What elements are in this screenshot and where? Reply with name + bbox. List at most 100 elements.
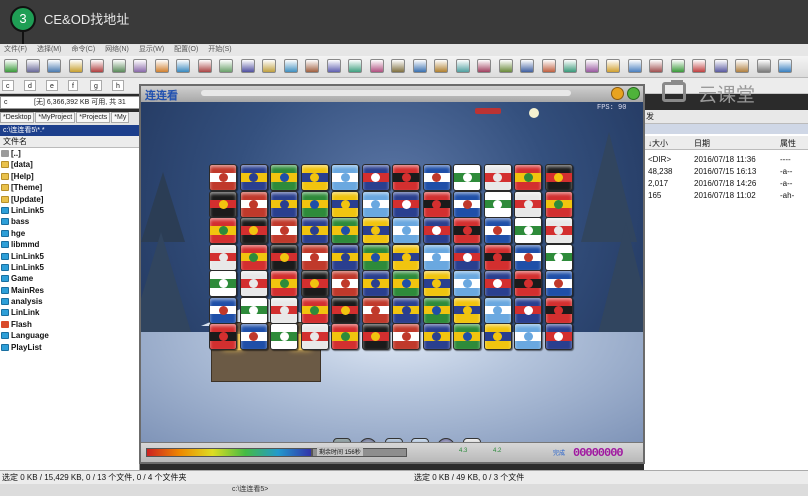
flag-tile[interactable]	[422, 217, 451, 244]
menu-item[interactable]: 文件(F)	[4, 44, 27, 56]
close-button[interactable]	[627, 87, 640, 100]
flag-tile[interactable]	[239, 270, 268, 297]
flag-tile[interactable]	[209, 270, 237, 297]
chart-icon[interactable]	[391, 59, 405, 73]
game-title-bar[interactable]: 连连看	[141, 86, 643, 102]
flag-tile[interactable]	[209, 190, 237, 218]
forward-icon[interactable]	[176, 59, 190, 73]
file-list-item[interactable]: LinLink	[0, 307, 139, 318]
flag-tile[interactable]	[514, 323, 542, 350]
flag-tile[interactable]	[483, 164, 512, 191]
flag-tile[interactable]	[453, 164, 481, 191]
image-icon[interactable]	[68, 59, 83, 73]
flag-tile[interactable]	[422, 270, 451, 297]
flag-tile[interactable]	[514, 270, 542, 297]
flag-tile[interactable]	[514, 296, 542, 324]
drive-button-g[interactable]: g	[90, 80, 102, 91]
flag-tile[interactable]	[331, 270, 359, 297]
column-header-attr[interactable]: 属性	[780, 138, 796, 149]
file-list-item[interactable]: LinLink5	[0, 262, 139, 273]
search-icon[interactable]	[756, 59, 771, 73]
file-list-item[interactable]: [Help]	[0, 171, 139, 182]
flag-tile[interactable]	[514, 243, 542, 271]
menu-item[interactable]: 显示(W)	[139, 44, 164, 56]
flag-tile[interactable]	[422, 190, 451, 218]
gear-icon[interactable]	[541, 59, 556, 73]
flag-tile[interactable]	[331, 164, 359, 191]
flag-tile[interactable]	[361, 270, 390, 297]
flag-tile[interactable]	[239, 323, 268, 350]
column-header-date[interactable]: 日期	[694, 138, 710, 149]
menu-item[interactable]: 选择(M)	[37, 44, 62, 56]
flag-tile[interactable]	[300, 296, 329, 324]
file-list-item[interactable]: Game	[0, 273, 139, 284]
flag-tile[interactable]	[331, 190, 359, 218]
flag-tile[interactable]	[239, 217, 268, 244]
file-list-item[interactable]: bass	[0, 216, 139, 227]
flag-tile[interactable]	[453, 243, 481, 271]
file-list-item[interactable]: [..]	[0, 148, 139, 159]
tree-icon[interactable]	[670, 59, 685, 73]
chart-icon[interactable]	[412, 59, 427, 73]
flag-tile[interactable]	[361, 164, 390, 191]
flag-tile[interactable]	[270, 190, 298, 218]
drive-button-h[interactable]: h	[112, 80, 124, 91]
menu-item[interactable]: 开始(S)	[208, 44, 231, 56]
flag-tile[interactable]	[544, 243, 573, 271]
flag-tile[interactable]	[361, 323, 390, 350]
folder-tab[interactable]: *Desktop	[0, 112, 35, 123]
edit-icon[interactable]	[283, 59, 298, 73]
drive-button-e[interactable]: e	[46, 80, 58, 91]
flag-tile[interactable]	[361, 217, 390, 244]
flag-tile[interactable]	[300, 270, 329, 297]
check-icon[interactable]	[735, 59, 749, 73]
binoculars-icon[interactable]	[262, 59, 276, 73]
map-icon[interactable]	[434, 59, 448, 73]
flag-tile[interactable]	[209, 243, 237, 271]
folder-icon[interactable]	[47, 59, 61, 73]
left-path-bar[interactable]: c:\连连看5\*.*	[0, 125, 139, 136]
grid-icon[interactable]	[563, 59, 577, 73]
pin-icon[interactable]	[133, 59, 147, 73]
right-path-bar[interactable]	[644, 124, 808, 134]
flag-tile[interactable]	[270, 164, 298, 191]
flag-tile[interactable]	[361, 296, 390, 324]
file-list-item[interactable]: Language	[0, 330, 139, 341]
music-icon[interactable]	[520, 59, 534, 73]
right-file-row[interactable]: 48,238 2016/07/15 16:13 -a--	[644, 166, 808, 178]
flag-tile[interactable]	[300, 323, 329, 350]
flag-tile[interactable]	[514, 217, 542, 244]
flag-tile[interactable]	[483, 296, 512, 324]
flag-tile[interactable]	[331, 296, 359, 324]
flag-tile[interactable]	[514, 164, 542, 191]
flag-tile[interactable]	[392, 270, 420, 297]
flag-tile[interactable]	[300, 164, 329, 191]
flag-tile[interactable]	[453, 323, 481, 350]
flag-tile[interactable]	[300, 217, 329, 244]
flag-tile[interactable]	[422, 164, 451, 191]
flag-tile[interactable]	[331, 243, 359, 271]
grid-icon[interactable]	[25, 59, 40, 73]
flag-tile[interactable]	[392, 164, 420, 191]
flag-tile[interactable]	[239, 243, 268, 271]
file-list-item[interactable]: [data]	[0, 159, 139, 170]
file-list-item[interactable]: PlayList	[0, 342, 139, 353]
file-list-item[interactable]: [Theme]	[0, 182, 139, 193]
flag-tile[interactable]	[361, 243, 390, 271]
file-list-item[interactable]: [Update]	[0, 194, 139, 205]
file-list-item[interactable]: LinLink5	[0, 205, 139, 216]
arrow-icon[interactable]	[627, 59, 642, 73]
list-icon[interactable]	[369, 59, 384, 73]
flag-tile[interactable]	[544, 270, 573, 297]
flag-tile[interactable]	[209, 296, 237, 324]
flag-tile[interactable]	[239, 190, 268, 218]
info-icon[interactable]	[649, 59, 663, 73]
flag-tile[interactable]	[453, 217, 481, 244]
flag-tile[interactable]	[392, 190, 420, 218]
drive-button-f[interactable]: f	[68, 80, 78, 91]
flag-tile[interactable]	[270, 323, 298, 350]
menu-item[interactable]: 配置(O)	[174, 44, 198, 56]
flag-tile[interactable]	[331, 323, 359, 350]
flag-tile[interactable]	[300, 190, 329, 218]
flag-tile[interactable]	[392, 217, 420, 244]
